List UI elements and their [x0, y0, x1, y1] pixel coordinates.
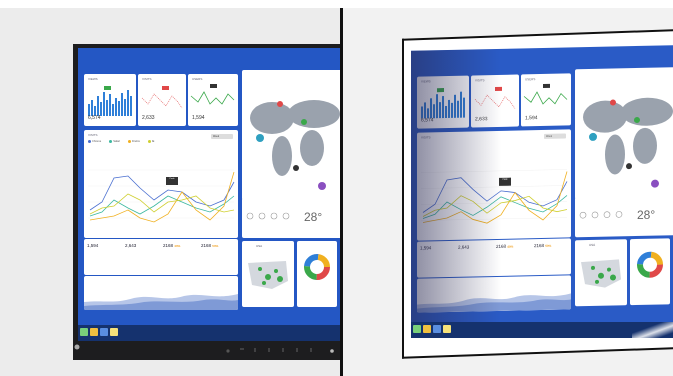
- weather-icons: [246, 212, 290, 220]
- donut-chart-card: [630, 238, 670, 306]
- temperature-value: 28°: [304, 210, 323, 224]
- kpi-value: 6,574: [88, 115, 101, 121]
- us-map-card: USA: [242, 241, 294, 307]
- chart-tooltip: Peak: [499, 177, 511, 186]
- glare: [632, 322, 673, 344]
- folder-icon[interactable]: [423, 325, 431, 333]
- visits-chart-card: VISITS Chrome Safari Firefox IE Week Pea…: [84, 130, 238, 238]
- monitor-chin: [73, 341, 340, 360]
- browser-icon[interactable]: [433, 325, 441, 333]
- world-map: [250, 100, 340, 190]
- chart-tooltip: Peak: [166, 177, 178, 185]
- stat-item: 1,594: [87, 243, 99, 248]
- temperature-value: 28°: [637, 207, 656, 223]
- kpi-card-visits: VISITS 2,633: [471, 74, 519, 128]
- us-map: [248, 261, 288, 289]
- donut-chart: [304, 254, 330, 280]
- world-map-card: [575, 67, 673, 200]
- stat-item: 2,643: [458, 244, 470, 250]
- visits-chart-card: VISITS Week Peak: [417, 129, 571, 241]
- area-chart: [417, 293, 571, 313]
- area-chart-card: [417, 275, 571, 313]
- area-chart-card: [84, 276, 238, 310]
- start-icon[interactable]: [413, 325, 421, 333]
- stat-item: 2168 50%: [534, 242, 552, 249]
- stat-row: 1,594 2,643 2168 40% 2168 50%: [84, 239, 238, 275]
- weather-card: 28°: [575, 195, 673, 238]
- dashboard-screen-right: VIEWS 6,574 VISITS 2,633 USERS 1,594 VIS…: [411, 45, 673, 328]
- stat-item: 2,643: [125, 243, 137, 248]
- kpi-card-visits: VISITS 2,633: [138, 74, 186, 126]
- stat-item: 2168 40%: [496, 243, 514, 249]
- kpi-card-users: USERS 1,594: [188, 74, 238, 126]
- us-map: [581, 259, 621, 288]
- weather-card: 28°: [242, 198, 340, 238]
- kpi-card-views: VIEWS 6,574: [417, 75, 469, 129]
- start-icon[interactable]: [80, 328, 88, 336]
- visits-line-chart: [88, 169, 235, 223]
- donut-chart-card: [297, 241, 337, 307]
- taskbar: [78, 325, 340, 341]
- notes-icon[interactable]: [443, 325, 451, 333]
- notes-icon[interactable]: [110, 328, 118, 336]
- world-map-card: [242, 70, 340, 200]
- stat-item: 2168 40%: [163, 243, 181, 248]
- kpi-value: 2,633: [142, 115, 155, 121]
- us-map-card: USA: [575, 239, 627, 307]
- dashboard-screen-left: VIEWS 6,574 VISITS 2,633 USERS 1,594 VIS…: [78, 48, 340, 325]
- browser-icon[interactable]: [100, 328, 108, 336]
- folder-icon[interactable]: [90, 328, 98, 336]
- kpi-card-views: VIEWS 6,574: [84, 74, 136, 126]
- area-chart: [84, 294, 238, 310]
- kpi-value: 2,633: [475, 116, 488, 123]
- visits-line-chart: [421, 169, 568, 224]
- kpi-card-users: USERS 1,594: [521, 73, 571, 127]
- kpi-value: 1,594: [525, 115, 538, 122]
- donut-chart: [637, 251, 663, 278]
- kpi-value: 1,594: [192, 115, 205, 121]
- stat-item: 2168 50%: [201, 243, 219, 248]
- stat-row: 1,594 2,643 2168 40% 2168 50%: [417, 238, 571, 278]
- world-map: [583, 97, 673, 188]
- weather-icons: [579, 211, 623, 219]
- kpi-value: 6,574: [421, 117, 434, 124]
- monitor-buttons: [74, 344, 334, 353]
- stat-item: 1,594: [420, 245, 432, 251]
